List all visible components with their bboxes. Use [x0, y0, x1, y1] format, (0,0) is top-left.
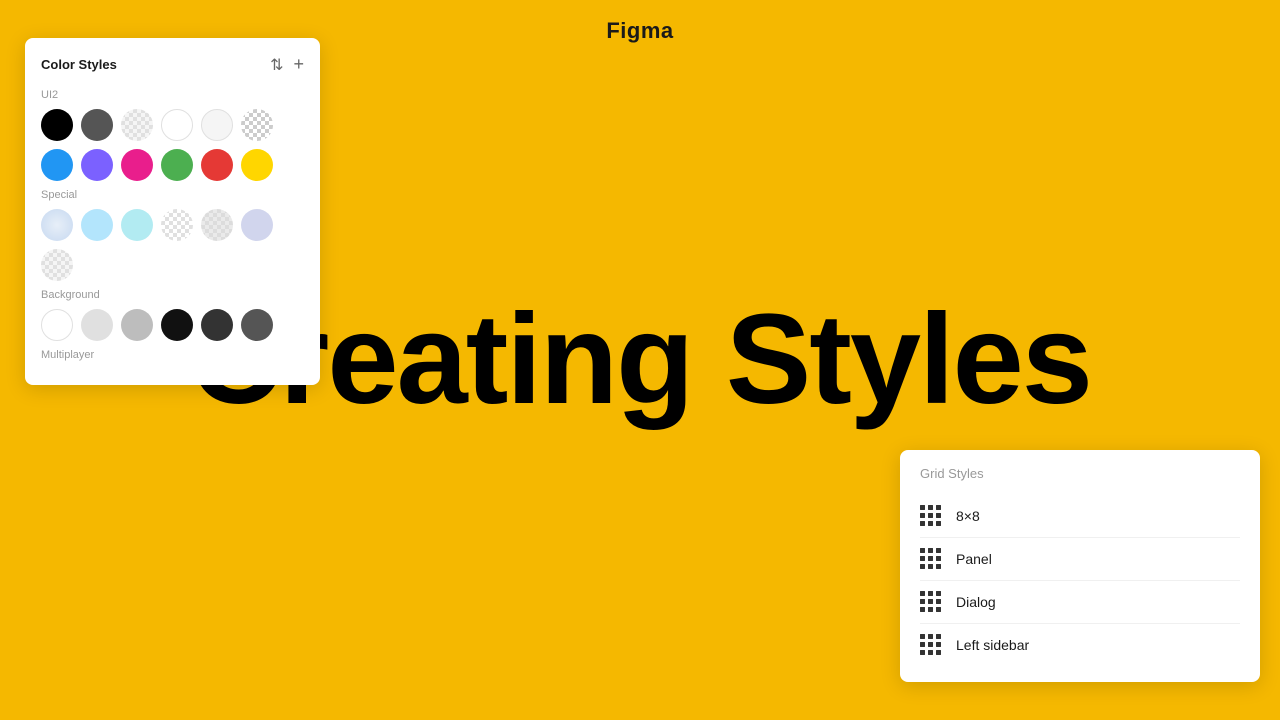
swatch-green[interactable] — [161, 149, 193, 181]
swatch-bg-dark[interactable] — [161, 309, 193, 341]
special-row-1 — [41, 209, 304, 241]
grid-item-label: Left sidebar — [956, 637, 1029, 653]
bg-row-1 — [41, 309, 304, 341]
swatch-bg-white[interactable] — [41, 309, 73, 341]
swatch-special-2[interactable] — [81, 209, 113, 241]
grid-styles-panel: Grid Styles 8×8 Panel Dialog Left s — [900, 450, 1260, 682]
swatch-bg-light[interactable] — [81, 309, 113, 341]
swatch-special-3[interactable] — [121, 209, 153, 241]
section-label-ui2: UI2 — [41, 89, 304, 101]
grid-item-panel[interactable]: Panel — [920, 538, 1240, 581]
swatch[interactable] — [41, 109, 73, 141]
swatch-purple[interactable] — [81, 149, 113, 181]
page-headline: Creating Styles — [189, 296, 1091, 424]
grid-item-label: 8×8 — [956, 508, 980, 524]
swatch-special-5[interactable] — [201, 209, 233, 241]
swatch-blue[interactable] — [41, 149, 73, 181]
grid-icon — [920, 591, 942, 613]
swatch-bg-mid[interactable] — [121, 309, 153, 341]
swatch-special-1[interactable] — [41, 209, 73, 241]
special-row-2 — [41, 249, 304, 281]
swatch-transparent[interactable] — [241, 109, 273, 141]
filter-icon[interactable]: ⇅ — [270, 55, 283, 75]
grid-icon — [920, 548, 942, 570]
ui2-row-2 — [41, 149, 304, 181]
section-label-bg: Background — [41, 289, 304, 301]
ui2-row-1 — [41, 109, 304, 141]
swatch[interactable] — [81, 109, 113, 141]
color-styles-panel: Color Styles ⇅ + UI2 Special Backgroun — [25, 38, 320, 385]
grid-item-label: Panel — [956, 551, 992, 567]
swatch-red[interactable] — [201, 149, 233, 181]
swatch-pink[interactable] — [121, 149, 153, 181]
swatch-bg-darker[interactable] — [201, 309, 233, 341]
swatch-bg-darkest[interactable] — [241, 309, 273, 341]
swatch[interactable] — [161, 109, 193, 141]
grid-item-label: Dialog — [956, 594, 996, 610]
swatch-special-6[interactable] — [241, 209, 273, 241]
swatch-checker[interactable] — [121, 109, 153, 141]
swatch-special-7[interactable] — [41, 249, 73, 281]
panel-actions: ⇅ + — [270, 54, 304, 75]
panel-header: Color Styles ⇅ + — [41, 54, 304, 75]
grid-styles-title: Grid Styles — [920, 466, 1240, 481]
swatch-yellow[interactable] — [241, 149, 273, 181]
app-title: Figma — [606, 18, 673, 44]
grid-item-dialog[interactable]: Dialog — [920, 581, 1240, 624]
color-styles-title: Color Styles — [41, 57, 117, 72]
swatch-special-4[interactable] — [161, 209, 193, 241]
grid-item-left-sidebar[interactable]: Left sidebar — [920, 624, 1240, 666]
grid-icon — [920, 634, 942, 656]
section-label-special: Special — [41, 189, 304, 201]
swatch[interactable] — [201, 109, 233, 141]
add-style-icon[interactable]: + — [293, 54, 304, 75]
grid-item-8x8[interactable]: 8×8 — [920, 495, 1240, 538]
section-label-multiplayer: Multiplayer — [41, 349, 304, 361]
grid-icon — [920, 505, 942, 527]
